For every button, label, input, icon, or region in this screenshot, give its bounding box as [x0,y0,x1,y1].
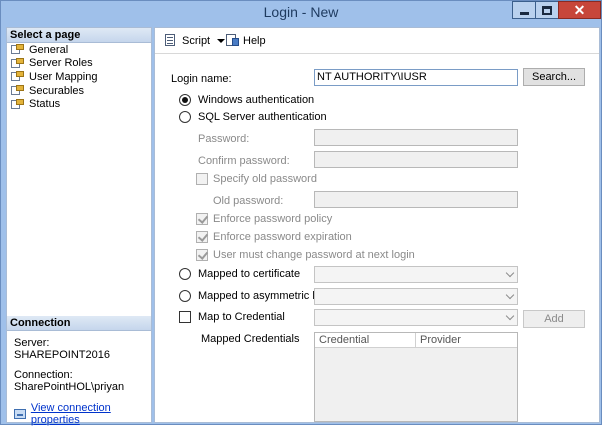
enforce-expiration-label: Enforce password expiration [213,231,352,243]
confirm-password-input[interactable] [314,151,518,168]
main-pane: Script Help Login name: NT AUTHORITY\IUS… [154,27,600,423]
chevron-down-icon [505,290,515,300]
windows-auth-radio[interactable] [179,94,191,106]
credential-select[interactable] [314,309,518,326]
view-connection-properties-text[interactable]: View connection properties [31,402,151,426]
mapped-certificate-radio[interactable] [179,268,191,280]
page-properties-icon [11,85,25,96]
specify-old-password-label: Specify old password [213,173,317,185]
maximize-button[interactable] [535,1,559,19]
connection-header: Connection [7,316,151,331]
close-icon: ✕ [573,2,586,18]
page-item-securables[interactable]: Securables [7,84,151,98]
must-change-checkbox[interactable] [196,249,208,261]
page-item-status[interactable]: Status [7,97,151,111]
connection-label: Connection: [14,369,73,381]
help-button[interactable]: Help [225,34,266,47]
window-title: Login - New [263,4,339,20]
page-item-label: General [29,43,69,56]
asym-key-select[interactable] [314,288,518,305]
mapped-certificate-label[interactable]: Mapped to certificate [198,268,300,280]
page-item-label: User Mapping [29,70,98,83]
left-pane: Select a page General Server Roles User … [6,27,152,426]
page-item-label: Securables [29,84,85,97]
confirm-password-label: Confirm password: [198,155,290,167]
enforce-expiration-checkbox[interactable] [196,231,208,243]
connection-section: Connection Server: SHAREPOINT2016 Connec… [7,316,151,426]
page-properties-icon [11,98,25,110]
specify-old-password-checkbox[interactable] [196,173,208,185]
sql-auth-radio[interactable] [179,111,191,123]
page-item-user-mapping[interactable]: User Mapping [7,70,151,84]
title-bar[interactable]: Login - New ✕ [1,1,601,25]
search-button[interactable]: Search... [523,68,585,86]
server-label: Server: [14,337,50,349]
page-item-server-roles[interactable]: Server Roles [7,57,151,71]
script-button[interactable]: Script [164,34,226,47]
script-icon [164,34,178,47]
mapped-asym-key-label[interactable]: Mapped to asymmetric key [198,290,329,302]
login-new-window: Login - New ✕ Select a page General Serv… [0,0,602,426]
connection-value: SharePointHOL\priyan [14,381,125,393]
grid-header: Credential Provider [315,333,517,348]
enforce-policy-label: Enforce password policy [213,213,333,225]
select-page-header: Select a page [7,28,151,43]
page-item-label: Status [29,98,61,111]
view-connection-properties-link[interactable]: View connection properties [14,402,151,426]
sql-auth-label[interactable]: SQL Server authentication [198,111,327,123]
page-item-general[interactable]: General [7,43,151,57]
certificate-select[interactable] [314,266,518,283]
column-header-credential[interactable]: Credential [315,333,416,347]
add-credential-button[interactable]: Add [523,310,585,328]
windows-auth-label[interactable]: Windows authentication [198,94,314,106]
minimize-icon [519,11,529,15]
help-icon [225,34,239,47]
chevron-down-icon[interactable] [217,38,226,43]
page-properties-icon [11,57,25,69]
page-properties-icon [11,71,25,82]
old-password-input[interactable] [314,191,518,208]
script-label: Script [182,34,211,47]
server-value: SHAREPOINT2016 [14,349,110,361]
mapped-credentials-label: Mapped Credentials [201,333,300,345]
login-name-label: Login name: [171,73,232,85]
must-change-label: User must change password at next login [213,249,415,261]
connection-properties-icon [14,408,26,420]
column-header-provider[interactable]: Provider [416,333,517,347]
mapped-asym-key-radio[interactable] [179,290,191,302]
map-credential-label[interactable]: Map to Credential [198,311,285,323]
page-item-label: Server Roles [29,57,93,70]
chevron-down-icon [505,268,515,278]
chevron-down-icon [505,311,515,321]
toolbar: Script Help [155,28,599,54]
mapped-credentials-grid[interactable]: Credential Provider [314,332,518,422]
help-label: Help [243,34,266,47]
enforce-policy-checkbox[interactable] [196,213,208,225]
close-button[interactable]: ✕ [558,1,601,19]
password-input[interactable] [314,129,518,146]
password-label: Password: [198,133,250,145]
old-password-label: Old password: [213,195,284,207]
minimize-button[interactable] [512,1,536,19]
page-properties-icon [11,44,25,55]
login-name-input[interactable]: NT AUTHORITY\IUSR [314,69,518,86]
map-credential-checkbox[interactable] [179,311,191,323]
maximize-icon [542,5,552,15]
